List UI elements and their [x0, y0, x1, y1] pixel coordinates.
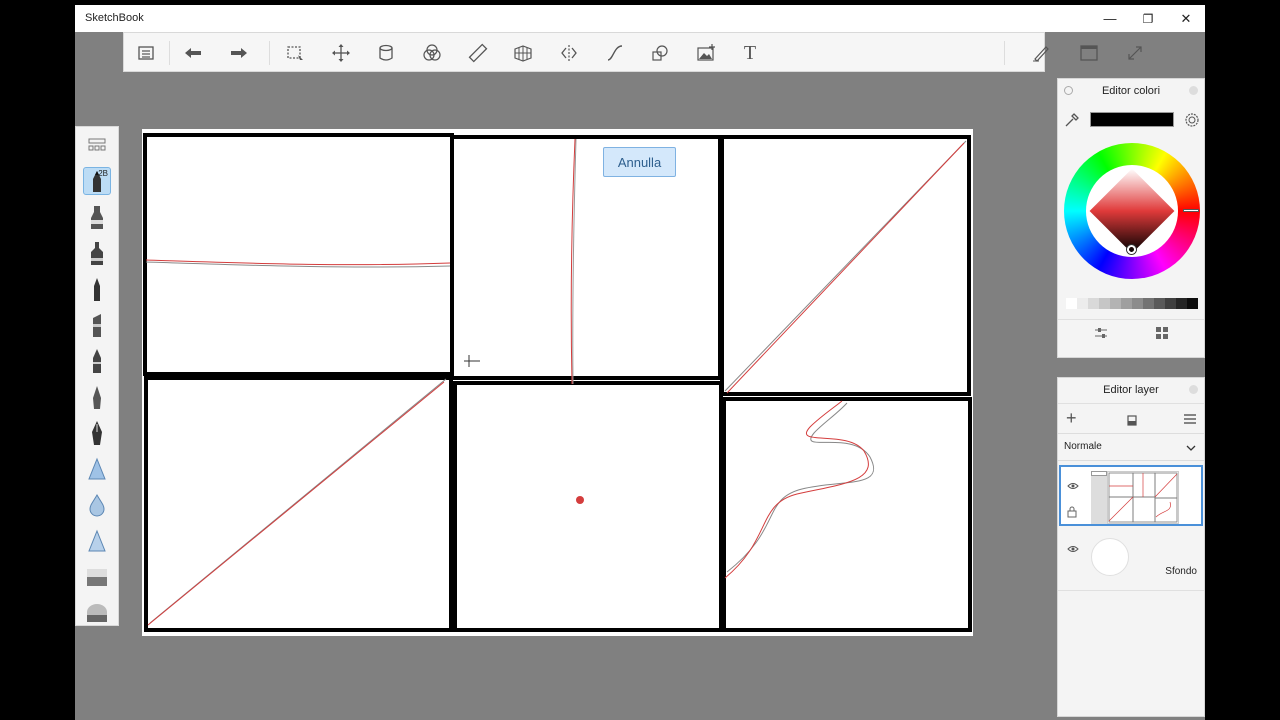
- layer-opacity-slider[interactable]: [1091, 471, 1107, 524]
- color-swatch[interactable]: [1143, 298, 1154, 309]
- blend-mode-value: Normale: [1064, 441, 1102, 452]
- redo-icon[interactable]: [227, 41, 251, 65]
- drawing-canvas[interactable]: [142, 129, 973, 636]
- ballpoint-icon[interactable]: [83, 275, 111, 303]
- color-swatch[interactable]: [1099, 298, 1110, 309]
- chevron-down-icon: [1186, 440, 1196, 458]
- canvas-view-icon[interactable]: [1077, 41, 1101, 65]
- shapes-icon[interactable]: [648, 41, 672, 65]
- symmetry-icon[interactable]: [557, 41, 581, 65]
- color-swatch[interactable]: [1077, 298, 1088, 309]
- color-wheel[interactable]: [1064, 143, 1200, 279]
- color-editor-panel: Editor colori: [1057, 78, 1205, 358]
- color-editor-title: Editor colori: [1101, 85, 1161, 97]
- panel-close-icon[interactable]: [1189, 86, 1198, 95]
- layer-visibility-eye-icon[interactable]: [1067, 477, 1079, 495]
- blend-mode-select[interactable]: Normale: [1058, 433, 1204, 461]
- background-layer-label: Sfondo: [1165, 566, 1197, 577]
- brush-mode-icon[interactable]: [1029, 41, 1053, 65]
- symmetry-circles-icon[interactable]: [420, 41, 444, 65]
- fill-icon[interactable]: [374, 41, 398, 65]
- color-swatch[interactable]: [1165, 298, 1176, 309]
- background-visibility-eye-icon[interactable]: [1067, 540, 1079, 558]
- triangle-brush-icon[interactable]: [83, 527, 111, 555]
- soft-eraser-icon[interactable]: [83, 599, 111, 627]
- layer-editor-title: Editor layer: [1103, 384, 1159, 396]
- color-swatch[interactable]: [1132, 298, 1143, 309]
- minimize-button[interactable]: —: [1091, 5, 1129, 32]
- color-sliders-icon[interactable]: [1093, 325, 1109, 341]
- ruler-icon[interactable]: [466, 41, 490, 65]
- current-color-swatch[interactable]: [1090, 112, 1174, 127]
- layer-item-active[interactable]: [1059, 465, 1203, 526]
- restore-button[interactable]: ❐: [1129, 5, 1167, 32]
- color-picker-handle[interactable]: [1127, 245, 1136, 254]
- color-swatch[interactable]: [1154, 298, 1165, 309]
- fine-pen-icon[interactable]: [83, 383, 111, 411]
- color-swatch[interactable]: [1187, 298, 1198, 309]
- layer-menu-icon[interactable]: [1182, 411, 1198, 427]
- select-icon[interactable]: [283, 41, 307, 65]
- airbrush-icon[interactable]: [83, 455, 111, 483]
- layer-thumbnail: [1107, 471, 1179, 524]
- layer-panel-close-icon[interactable]: [1189, 385, 1198, 394]
- color-swatch[interactable]: [1088, 298, 1099, 309]
- brush-palette: 2B: [75, 126, 119, 626]
- ink-pen-icon[interactable]: [83, 419, 111, 447]
- color-swatch[interactable]: [1110, 298, 1121, 309]
- color-settings-icon[interactable]: [1184, 112, 1200, 128]
- layer-editor-panel: Editor layer + Normale Sfondo: [1057, 377, 1205, 717]
- chisel-icon[interactable]: [83, 311, 111, 339]
- title-bar: SketchBook — ❐ ✕: [75, 5, 1205, 32]
- close-button[interactable]: ✕: [1167, 5, 1205, 32]
- list-icon[interactable]: [134, 41, 158, 65]
- layer-lock-icon[interactable]: [1124, 411, 1140, 427]
- pen-icon[interactable]: [83, 347, 111, 375]
- undo-button[interactable]: Annulla: [603, 147, 676, 177]
- felt-tip-icon[interactable]: [83, 239, 111, 267]
- text-icon[interactable]: T: [738, 41, 762, 65]
- move-icon[interactable]: [329, 41, 353, 65]
- image-icon[interactable]: [694, 41, 718, 65]
- color-swatch[interactable]: [1066, 298, 1077, 309]
- app-title: SketchBook: [85, 12, 144, 24]
- eyedropper-icon[interactable]: [1064, 112, 1080, 128]
- color-swatch[interactable]: [1121, 298, 1132, 309]
- water-drop-icon[interactable]: [83, 491, 111, 519]
- brush-size-label: 2B: [98, 169, 108, 178]
- undo-icon[interactable]: [181, 41, 205, 65]
- color-swatch[interactable]: [1176, 298, 1187, 309]
- app-window: SketchBook — ❐ ✕ T 2B Annulla Editor col…: [75, 5, 1205, 720]
- layer-item-background[interactable]: Sfondo: [1059, 528, 1203, 588]
- add-layer-icon[interactable]: +: [1066, 409, 1082, 427]
- marker-icon[interactable]: [83, 203, 111, 231]
- pencil-icon[interactable]: 2B: [83, 167, 111, 195]
- eraser-icon[interactable]: [83, 563, 111, 591]
- fullscreen-icon[interactable]: [1123, 41, 1147, 65]
- background-color-swatch[interactable]: [1091, 538, 1129, 576]
- layer-lock-small-icon[interactable]: [1067, 505, 1077, 523]
- color-palette-grid-icon[interactable]: [1154, 325, 1170, 341]
- brush-grid-icon[interactable]: [83, 131, 111, 159]
- perspective-icon[interactable]: [511, 41, 535, 65]
- curve-icon[interactable]: [603, 41, 627, 65]
- top-toolbar: T: [123, 32, 1142, 72]
- hue-handle[interactable]: [1183, 209, 1199, 212]
